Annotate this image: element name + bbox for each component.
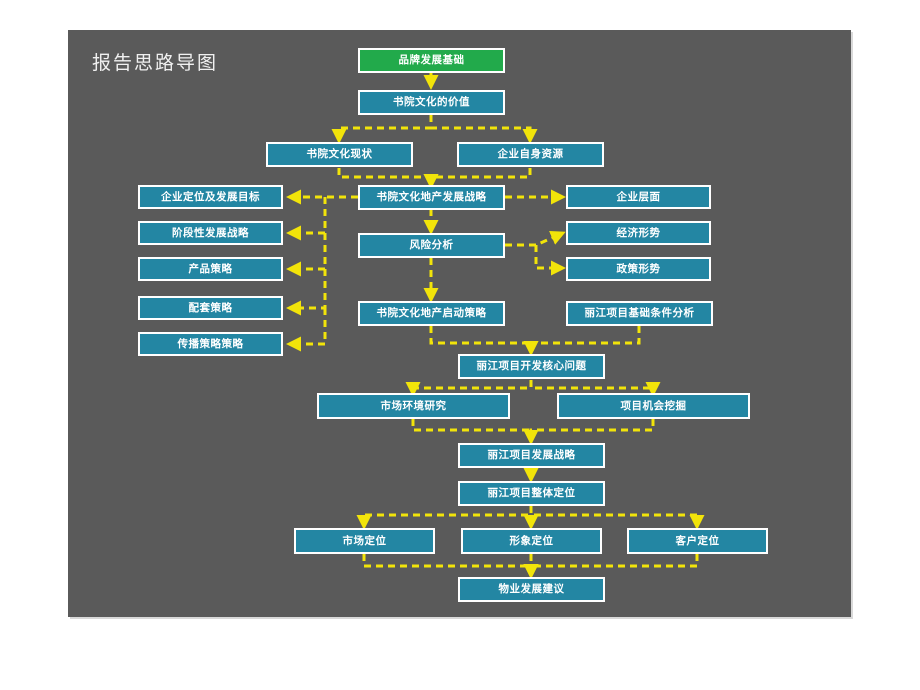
slide-canvas: 报告思路导图 品牌发展基础 书院文化的价值 书院文化现状 企业自身资源 书院文化… — [0, 0, 920, 690]
node-risk-analysis[interactable]: 风险分析 — [358, 233, 505, 258]
node-label: 传播策略策略 — [177, 337, 244, 350]
node-customer-position[interactable]: 客户定位 — [627, 528, 768, 554]
node-right-2[interactable]: 经济形势 — [566, 221, 711, 245]
node-market-research[interactable]: 市场环境研究 — [317, 393, 510, 419]
node-label: 丽江项目开发核心问题 — [476, 360, 587, 373]
node-market-position[interactable]: 市场定位 — [294, 528, 435, 554]
node-label: 政策形势 — [616, 262, 661, 275]
node-image-position[interactable]: 形象定位 — [461, 528, 602, 554]
node-label: 产品策略 — [188, 262, 233, 275]
node-label: 书院文化地产发展战略 — [376, 191, 487, 204]
node-lijiang-basis[interactable]: 丽江项目基础条件分析 — [566, 301, 713, 326]
node-dev-strategy[interactable]: 书院文化地产发展战略 — [358, 185, 505, 210]
node-label: 企业层面 — [616, 190, 661, 203]
node-left-5[interactable]: 传播策略策略 — [138, 332, 283, 356]
node-left-2[interactable]: 阶段性发展战略 — [138, 221, 283, 245]
node-academy-value[interactable]: 书院文化的价值 — [358, 90, 505, 115]
page-title: 报告思路导图 — [92, 52, 219, 74]
node-label: 物业发展建议 — [498, 583, 565, 596]
node-property-advice[interactable]: 物业发展建议 — [458, 577, 605, 602]
node-label: 书院文化地产启动策略 — [376, 307, 487, 320]
node-label: 经济形势 — [616, 226, 661, 239]
node-opportunity[interactable]: 项目机会挖掘 — [557, 393, 750, 419]
node-label: 客户定位 — [675, 534, 720, 547]
node-enterprise-resource[interactable]: 企业自身资源 — [457, 142, 604, 167]
node-brand-base[interactable]: 品牌发展基础 — [358, 48, 505, 73]
node-label: 品牌发展基础 — [398, 54, 465, 67]
node-label: 企业定位及发展目标 — [161, 190, 260, 203]
node-label: 企业自身资源 — [497, 148, 564, 161]
node-left-1[interactable]: 企业定位及发展目标 — [138, 185, 283, 209]
node-label: 风险分析 — [409, 239, 454, 252]
node-lijiang-strategy[interactable]: 丽江项目发展战略 — [458, 443, 605, 468]
node-label: 丽江项目发展战略 — [487, 449, 576, 462]
node-label: 丽江项目基础条件分析 — [584, 307, 695, 320]
node-label: 阶段性发展战略 — [172, 226, 249, 239]
node-core-problem[interactable]: 丽江项目开发核心问题 — [458, 354, 605, 379]
node-label: 市场定位 — [342, 534, 387, 547]
node-label: 项目机会挖掘 — [620, 399, 687, 412]
node-academy-status[interactable]: 书院文化现状 — [266, 142, 413, 167]
node-label: 市场环境研究 — [380, 399, 447, 412]
node-left-4[interactable]: 配套策略 — [138, 296, 283, 320]
node-right-3[interactable]: 政策形势 — [566, 257, 711, 281]
node-label: 丽江项目整体定位 — [487, 487, 576, 500]
node-right-1[interactable]: 企业层面 — [566, 185, 711, 209]
node-label: 书院文化的价值 — [393, 96, 470, 109]
node-overall-position[interactable]: 丽江项目整体定位 — [458, 481, 605, 506]
node-startup-strategy[interactable]: 书院文化地产启动策略 — [358, 301, 505, 326]
node-label: 书院文化现状 — [306, 148, 373, 161]
node-label: 形象定位 — [509, 534, 554, 547]
node-label: 配套策略 — [188, 301, 233, 314]
node-left-3[interactable]: 产品策略 — [138, 257, 283, 281]
